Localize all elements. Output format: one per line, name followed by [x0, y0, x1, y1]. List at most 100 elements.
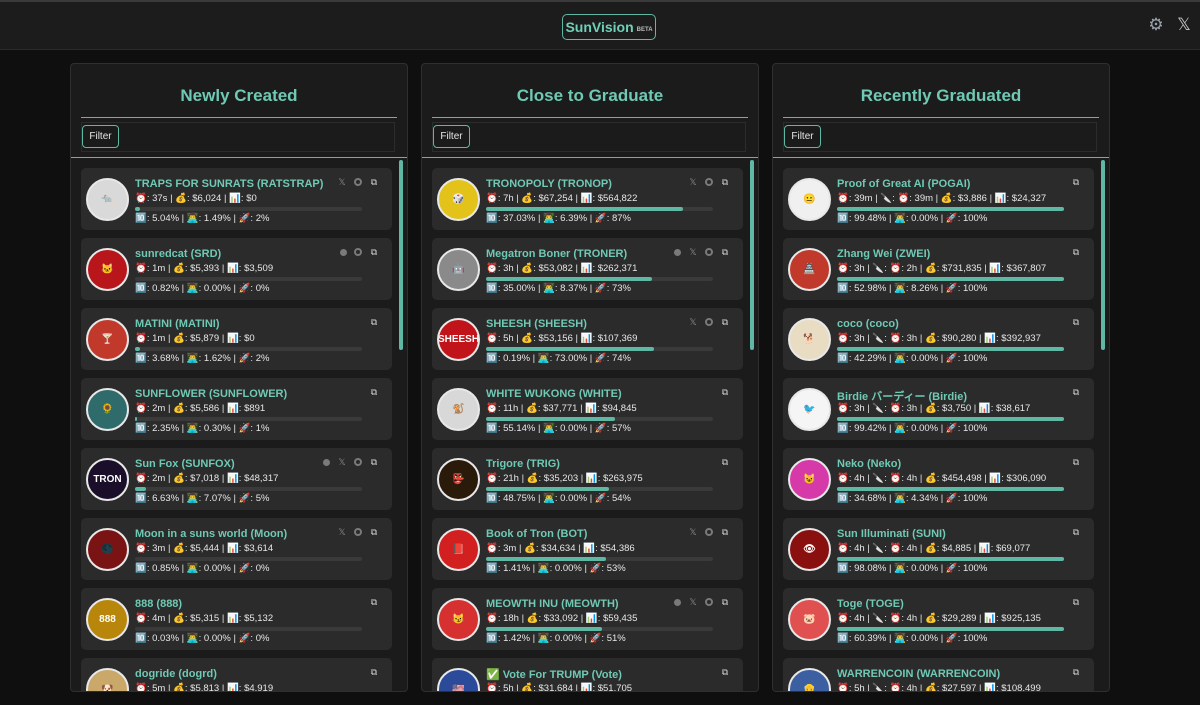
- copy-icon[interactable]: ⧉: [1071, 667, 1081, 677]
- token-card[interactable]: 🐀 TRAPS FOR SUNRATS (RATSTRAP) 𝕏 ⧉ ⏰: 37s…: [81, 168, 392, 230]
- telegram-icon[interactable]: [705, 178, 713, 186]
- token-card[interactable]: 🌑 Moon in a suns world (Moon) 𝕏 ⧉ ⏰: 3m |…: [81, 518, 392, 580]
- token-name[interactable]: Megatron Boner (TRONER): [486, 248, 681, 260]
- token-card[interactable]: 🐷 Toge (TOGE) ⧉ ⏰: 4h | 🔪: ⏰: 4h | 💰: $2…: [783, 588, 1094, 650]
- token-name[interactable]: Neko (Neko): [837, 458, 1032, 470]
- token-card[interactable]: 📕 Book of Tron (BOT) 𝕏 ⧉ ⏰: 3m | 💰: $34,6…: [432, 518, 743, 580]
- copy-icon[interactable]: ⧉: [369, 527, 379, 537]
- x-social-icon[interactable]: 𝕏: [688, 597, 698, 607]
- token-name[interactable]: Zhang Wei (ZWEI): [837, 248, 1032, 260]
- filter-button[interactable]: Filter: [82, 125, 119, 148]
- copy-icon[interactable]: ⧉: [1071, 457, 1081, 467]
- copy-icon[interactable]: ⧉: [369, 247, 379, 257]
- token-name[interactable]: ✅ Vote For TRUMP (Vote): [486, 668, 681, 681]
- token-card[interactable]: 🏯 Zhang Wei (ZWEI) ⧉ ⏰: 3h | 🔪: ⏰: 2h | …: [783, 238, 1094, 300]
- copy-icon[interactable]: ⧉: [720, 667, 730, 677]
- token-card[interactable]: 🤖 Megatron Boner (TRONER) 𝕏 ⧉ ⏰: 3h | 💰: …: [432, 238, 743, 300]
- x-social-icon[interactable]: 𝕏: [337, 457, 347, 467]
- token-name[interactable]: Proof of Great AI (POGAI): [837, 178, 1032, 190]
- token-card[interactable]: 😼 MEOWTH INU (MEOWTH) 𝕏 ⧉ ⏰: 18h | 💰: $33…: [432, 588, 743, 650]
- token-name[interactable]: SUNFLOWER (SUNFLOWER): [135, 388, 330, 400]
- copy-icon[interactable]: ⧉: [720, 387, 730, 397]
- token-name[interactable]: TRONOPOLY (TRONOP): [486, 178, 681, 190]
- telegram-icon[interactable]: [354, 178, 362, 186]
- copy-icon[interactable]: ⧉: [369, 317, 379, 327]
- website-icon[interactable]: [323, 458, 330, 466]
- website-icon[interactable]: [340, 248, 347, 256]
- token-name[interactable]: MEOWTH INU (MEOWTH): [486, 598, 681, 610]
- copy-icon[interactable]: ⧉: [720, 457, 730, 467]
- copy-icon[interactable]: ⧉: [1071, 527, 1081, 537]
- scrollbar-thumb[interactable]: [750, 160, 754, 350]
- copy-icon[interactable]: ⧉: [369, 457, 379, 467]
- website-icon[interactable]: [674, 598, 681, 606]
- token-card[interactable]: 👴 WARRENCOIN (WARRENCOIN) ⧉ ⏰: 5h | 🔪: ⏰…: [783, 658, 1094, 691]
- copy-icon[interactable]: ⧉: [369, 387, 379, 397]
- copy-icon[interactable]: ⧉: [720, 527, 730, 537]
- copy-icon[interactable]: ⧉: [1071, 597, 1081, 607]
- copy-icon[interactable]: ⧉: [369, 667, 379, 677]
- token-name[interactable]: Book of Tron (BOT): [486, 528, 681, 540]
- token-name[interactable]: Trigore (TRIG): [486, 458, 681, 470]
- website-icon[interactable]: [674, 248, 681, 256]
- token-card[interactable]: 🐦 Birdie バーディー (Birdie) ⧉ ⏰: 3h | 🔪: ⏰: …: [783, 378, 1094, 440]
- telegram-icon[interactable]: [705, 248, 713, 256]
- token-card[interactable]: 😐 Proof of Great AI (POGAI) ⧉ ⏰: 39m | 🔪…: [783, 168, 1094, 230]
- token-name[interactable]: Birdie バーディー (Birdie): [837, 388, 1032, 404]
- telegram-icon[interactable]: [354, 458, 362, 466]
- token-card[interactable]: 😺 Neko (Neko) ⧉ ⏰: 4h | 🔪: ⏰: 4h | 💰: $4…: [783, 448, 1094, 510]
- copy-icon[interactable]: ⧉: [1071, 317, 1081, 327]
- gear-icon[interactable]: ⚙: [1147, 16, 1165, 34]
- x-social-icon[interactable]: 𝕏: [688, 177, 698, 187]
- telegram-icon[interactable]: [354, 528, 362, 536]
- token-name[interactable]: TRAPS FOR SUNRATS (RATSTRAP): [135, 178, 330, 190]
- token-card[interactable]: 🍸 MATINI (MATINI) ⧉ ⏰: 1m | 💰: $5,879 | …: [81, 308, 392, 370]
- scrollbar-thumb[interactable]: [399, 160, 403, 350]
- copy-icon[interactable]: ⧉: [720, 177, 730, 187]
- telegram-icon[interactable]: [354, 248, 362, 256]
- token-card[interactable]: 888 888 (888) ⧉ ⏰: 4m | 💰: $5,315 | 📊: $…: [81, 588, 392, 650]
- token-name[interactable]: Sun Fox (SUNFOX): [135, 458, 330, 470]
- copy-icon[interactable]: ⧉: [720, 247, 730, 257]
- token-card[interactable]: 🎲 TRONOPOLY (TRONOP) 𝕏 ⧉ ⏰: 7h | 💰: $67,2…: [432, 168, 743, 230]
- copy-icon[interactable]: ⧉: [720, 317, 730, 327]
- x-social-icon[interactable]: 𝕏: [688, 527, 698, 537]
- token-card[interactable]: 👺 Trigore (TRIG) ⧉ ⏰: 21h | 💰: $35,203 |…: [432, 448, 743, 510]
- token-name[interactable]: WARRENCOIN (WARRENCOIN): [837, 668, 1032, 680]
- copy-icon[interactable]: ⧉: [369, 177, 379, 187]
- telegram-icon[interactable]: [705, 528, 713, 536]
- brand-logo[interactable]: SunVision BETA: [562, 14, 656, 40]
- telegram-icon[interactable]: [705, 598, 713, 606]
- token-name[interactable]: WHITE WUKONG (WHITE): [486, 388, 681, 400]
- copy-icon[interactable]: ⧉: [1071, 387, 1081, 397]
- token-card[interactable]: 👁 Sun Illuminati (SUNI) ⧉ ⏰: 4h | 🔪: ⏰: …: [783, 518, 1094, 580]
- x-social-icon[interactable]: 𝕏: [688, 317, 698, 327]
- token-card[interactable]: 🇺🇸 ✅ Vote For TRUMP (Vote) ⧉ ⏰: 5h | 💰: …: [432, 658, 743, 691]
- token-card[interactable]: SHEESH SHEESH (SHEESH) 𝕏 ⧉ ⏰: 5h | 💰: $53…: [432, 308, 743, 370]
- copy-icon[interactable]: ⧉: [1071, 177, 1081, 187]
- token-card[interactable]: 🐶 dogride (dogrd) ⧉ ⏰: 5m | 💰: $5,813 | …: [81, 658, 392, 691]
- token-name[interactable]: SHEESH (SHEESH): [486, 318, 681, 330]
- filter-button[interactable]: Filter: [433, 125, 470, 148]
- copy-icon[interactable]: ⧉: [369, 597, 379, 607]
- copy-icon[interactable]: ⧉: [1071, 247, 1081, 257]
- token-name[interactable]: MATINI (MATINI): [135, 318, 330, 330]
- x-social-icon[interactable]: 𝕏: [688, 247, 698, 257]
- token-card[interactable]: 🐱 sunredcat (SRD) ⧉ ⏰: 1m | 💰: $5,393 | …: [81, 238, 392, 300]
- token-card[interactable]: 🌻 SUNFLOWER (SUNFLOWER) ⧉ ⏰: 2m | 💰: $5,…: [81, 378, 392, 440]
- token-name[interactable]: Moon in a suns world (Moon): [135, 528, 330, 540]
- copy-icon[interactable]: ⧉: [720, 597, 730, 607]
- token-name[interactable]: sunredcat (SRD): [135, 248, 330, 260]
- token-card[interactable]: 🐕 coco (coco) ⧉ ⏰: 3h | 🔪: ⏰: 3h | 💰: $9…: [783, 308, 1094, 370]
- telegram-icon[interactable]: [705, 318, 713, 326]
- filter-button[interactable]: Filter: [784, 125, 821, 148]
- scrollbar-thumb[interactable]: [1101, 160, 1105, 350]
- token-card[interactable]: TRON Sun Fox (SUNFOX) 𝕏 ⧉ ⏰: 2m | 💰: $7,0…: [81, 448, 392, 510]
- token-name[interactable]: coco (coco): [837, 318, 1032, 330]
- token-name[interactable]: Sun Illuminati (SUNI): [837, 528, 1032, 540]
- x-social-icon[interactable]: 𝕏: [1175, 15, 1193, 35]
- x-social-icon[interactable]: 𝕏: [337, 527, 347, 537]
- token-name[interactable]: dogride (dogrd): [135, 668, 330, 680]
- token-name[interactable]: Toge (TOGE): [837, 598, 1032, 610]
- token-name[interactable]: 888 (888): [135, 598, 330, 610]
